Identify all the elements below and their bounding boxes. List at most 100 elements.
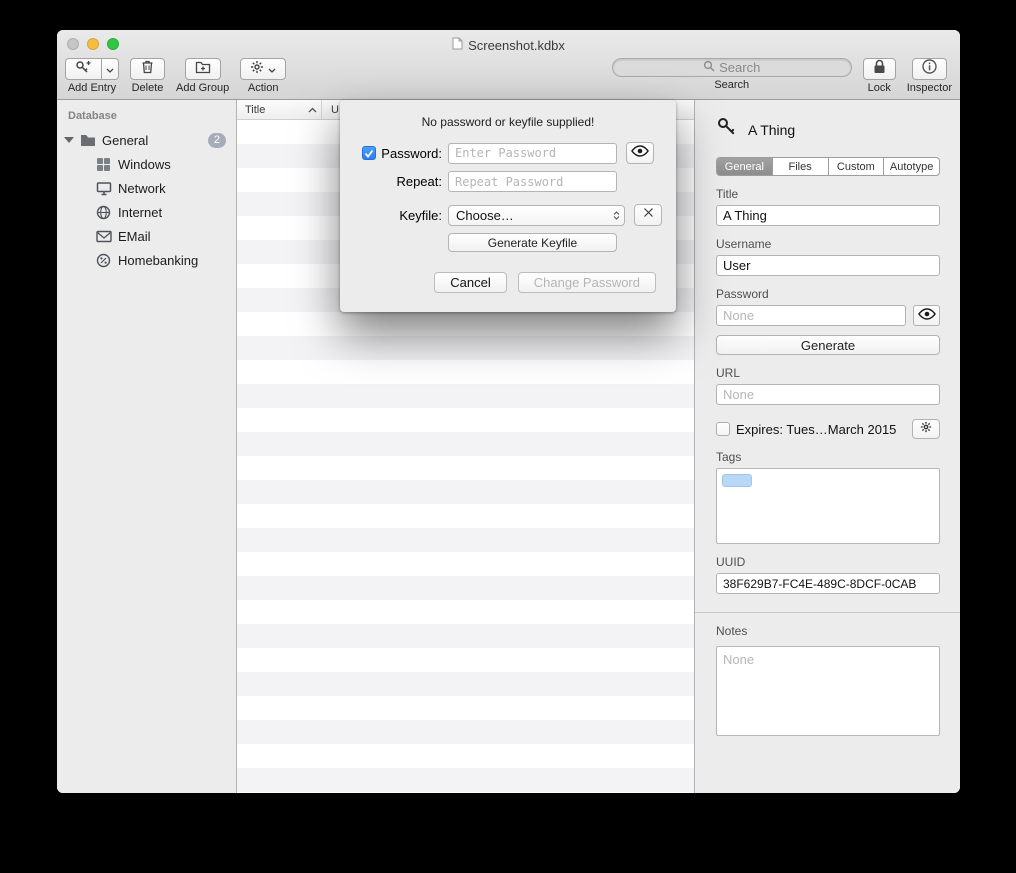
info-icon <box>922 59 937 79</box>
add-group-group: Add Group <box>176 58 229 94</box>
uuid-label: UUID <box>716 555 940 569</box>
sidebar-item-label: Internet <box>118 205 162 220</box>
sidebar-item-email[interactable]: EMail <box>57 224 236 248</box>
sidebar-item-internet[interactable]: Internet <box>57 200 236 224</box>
add-group-button[interactable] <box>185 58 221 80</box>
expires-options-button[interactable] <box>912 419 940 439</box>
dialog-keyfile-row: Keyfile: Choose… <box>340 204 676 226</box>
inspector-group: Inspector <box>907 58 952 94</box>
expires-checkbox[interactable] <box>716 422 730 436</box>
tags-field[interactable] <box>716 468 940 544</box>
password-row <box>716 305 940 326</box>
chevron-down-icon <box>268 60 276 78</box>
inspector-panel: A Thing General Files Custom Autotype Ti… <box>695 100 960 793</box>
windows-icon <box>95 156 112 173</box>
sidebar-item-network[interactable]: Network <box>57 176 236 200</box>
sidebar-item-windows[interactable]: Windows <box>57 152 236 176</box>
expires-label: Expires: Tues…March 2015 <box>736 422 906 437</box>
tags-label: Tags <box>716 450 940 464</box>
add-entry-button[interactable] <box>65 58 102 80</box>
tab-autotype[interactable]: Autotype <box>884 158 939 175</box>
search-label: Search <box>714 79 749 91</box>
monitor-icon <box>95 180 112 197</box>
title-field-label: Title <box>716 187 940 201</box>
count-badge: 2 <box>208 133 226 148</box>
sidebar-item-label: Windows <box>118 157 171 172</box>
disclosure-triangle-icon[interactable] <box>64 137 74 143</box>
tag-chip[interactable] <box>722 474 752 487</box>
password-field[interactable] <box>716 305 906 326</box>
search-group: Search Search <box>612 58 852 91</box>
delete-button[interactable] <box>130 58 165 80</box>
search-input[interactable]: Search <box>612 58 852 77</box>
password-checkbox[interactable] <box>362 146 376 160</box>
sidebar-item-homebanking[interactable]: Homebanking <box>57 248 236 272</box>
titlebar: Screenshot.kdbx <box>57 30 960 56</box>
lock-button[interactable] <box>863 58 896 80</box>
add-group-label: Add Group <box>176 82 229 94</box>
reveal-password-button[interactable] <box>913 305 940 326</box>
eye-icon <box>918 307 936 325</box>
password-field-label: Password <box>716 287 940 301</box>
lock-group: Lock <box>863 58 896 94</box>
tab-custom[interactable]: Custom <box>829 158 885 175</box>
dialog-repeat-label: Repeat: <box>396 174 442 189</box>
close-button[interactable] <box>67 38 79 50</box>
dialog-message: No password or keyfile supplied! <box>340 115 676 129</box>
column-header-username[interactable]: U <box>322 104 339 116</box>
change-password-dialog: No password or keyfile supplied! Passwor… <box>340 100 676 312</box>
action-button[interactable] <box>240 58 286 80</box>
dialog-password-row: Password: <box>340 142 676 164</box>
dialog-password-label: Password: <box>381 146 442 161</box>
sidebar-item-label: Network <box>118 181 166 196</box>
zoom-button[interactable] <box>107 38 119 50</box>
minimize-button[interactable] <box>87 38 99 50</box>
title-field[interactable] <box>716 205 940 226</box>
url-field[interactable] <box>716 384 940 405</box>
inspector-button[interactable] <box>912 58 947 80</box>
close-x-icon <box>642 206 655 224</box>
tab-general[interactable]: General <box>717 158 773 175</box>
envelope-icon <box>95 228 112 245</box>
sidebar-item-label: Homebanking <box>118 253 198 268</box>
dialog-reveal-password-button[interactable] <box>626 142 654 164</box>
tab-files[interactable]: Files <box>773 158 829 175</box>
action-group: Action <box>240 58 286 94</box>
uuid-field[interactable] <box>716 573 940 594</box>
popup-chevrons-icon <box>613 211 624 220</box>
sort-ascending-icon <box>308 107 317 113</box>
inspector-label: Inspector <box>907 82 952 94</box>
generate-keyfile-button[interactable]: Generate Keyfile <box>448 233 617 252</box>
add-entry-label: Add Entry <box>68 82 116 94</box>
notes-label: Notes <box>716 624 940 638</box>
dialog-repeat-input[interactable] <box>448 171 617 192</box>
folder-icon <box>79 132 96 149</box>
chevron-down-icon <box>106 60 114 78</box>
sidebar: Database General 2 Windows <box>57 100 237 793</box>
username-field[interactable] <box>716 255 940 276</box>
sidebar-item-general[interactable]: General 2 <box>57 128 236 152</box>
dialog-password-input[interactable] <box>448 143 617 164</box>
notes-field[interactable] <box>716 646 940 736</box>
cancel-button[interactable]: Cancel <box>434 272 506 293</box>
inspector-separator <box>695 612 960 613</box>
window-title: Screenshot.kdbx <box>452 33 565 53</box>
dialog-keyfile-label: Keyfile: <box>399 208 442 223</box>
change-password-button[interactable]: Change Password <box>518 272 656 293</box>
sidebar-item-label: EMail <box>118 229 151 244</box>
dialog-repeat-row: Repeat: <box>340 171 676 192</box>
search-placeholder: Search <box>719 60 760 75</box>
column-header-title[interactable]: Title <box>237 100 322 119</box>
generate-keyfile-row: Generate Keyfile <box>448 233 676 252</box>
inspector-tabs: General Files Custom Autotype <box>716 157 940 176</box>
entry-title: A Thing <box>748 122 795 138</box>
gear-icon <box>250 60 264 79</box>
clear-keyfile-button[interactable] <box>634 204 662 226</box>
window-chrome: Screenshot.kdbx <box>57 30 960 100</box>
generate-password-button[interactable]: Generate <box>716 335 940 355</box>
dialog-buttons: Cancel Change Password <box>434 272 656 293</box>
lock-label: Lock <box>868 82 891 94</box>
add-entry-dropdown[interactable] <box>102 58 119 80</box>
action-label: Action <box>248 82 279 94</box>
keyfile-popup-button[interactable]: Choose… <box>448 205 625 226</box>
